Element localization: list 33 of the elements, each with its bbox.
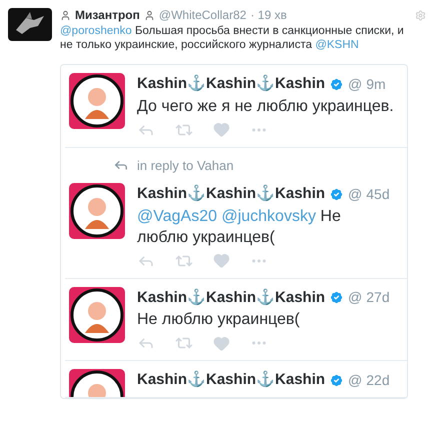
handle: @ bbox=[348, 74, 362, 94]
tweet-text: @VagAs20 @juchkovsky Не люблю украинцев( bbox=[137, 206, 342, 248]
mention-link[interactable]: @juchkovsky bbox=[221, 208, 316, 224]
handle: @ bbox=[348, 370, 362, 390]
heart-icon[interactable] bbox=[213, 252, 230, 269]
heart-icon[interactable] bbox=[213, 334, 230, 352]
avatar-icon bbox=[69, 183, 125, 239]
timestamp: 27d bbox=[366, 288, 390, 308]
figure-icon bbox=[60, 10, 71, 20]
handle: @ bbox=[348, 184, 362, 204]
mention-link[interactable]: @VagAs20 bbox=[137, 208, 217, 224]
handle: @WhiteCollar82 bbox=[158, 8, 246, 22]
tweet-text: @poroshenko Большая просьба внести в санкционные списки, и не только украинские, российского журналиста @KSHN bbox=[60, 24, 405, 52]
heart-icon[interactable] bbox=[213, 121, 230, 138]
display-name: Kashin⚓Kashin⚓Kashin bbox=[137, 370, 326, 390]
tweet-text: Не люблю украинцев( bbox=[137, 310, 301, 330]
display-name: Kashin⚓Kashin⚓Kashin bbox=[137, 288, 326, 308]
reply-context: in reply to Vahan bbox=[137, 156, 234, 175]
timestamp: · 19 хв bbox=[250, 8, 287, 22]
avatar-icon bbox=[69, 73, 125, 129]
mention-link[interactable]: @KSHN bbox=[315, 39, 359, 51]
tweet-text: До чего же я не люблю украинцев. bbox=[137, 96, 395, 116]
settings-icon[interactable] bbox=[415, 10, 426, 20]
avatar-icon bbox=[69, 286, 125, 342]
timestamp: 9m bbox=[366, 74, 386, 94]
timestamp: 45d bbox=[366, 184, 390, 204]
display-name: Kashin⚓Kashin⚓Kashin bbox=[137, 74, 326, 94]
display-name: Kashin⚓Kashin⚓Kashin bbox=[137, 184, 326, 204]
timestamp: 22d bbox=[366, 370, 390, 390]
handle: @ bbox=[348, 288, 362, 308]
figure-icon bbox=[144, 10, 155, 20]
mention-link[interactable]: @poroshenko bbox=[60, 25, 132, 37]
display-name: Мизантроп bbox=[75, 8, 140, 22]
